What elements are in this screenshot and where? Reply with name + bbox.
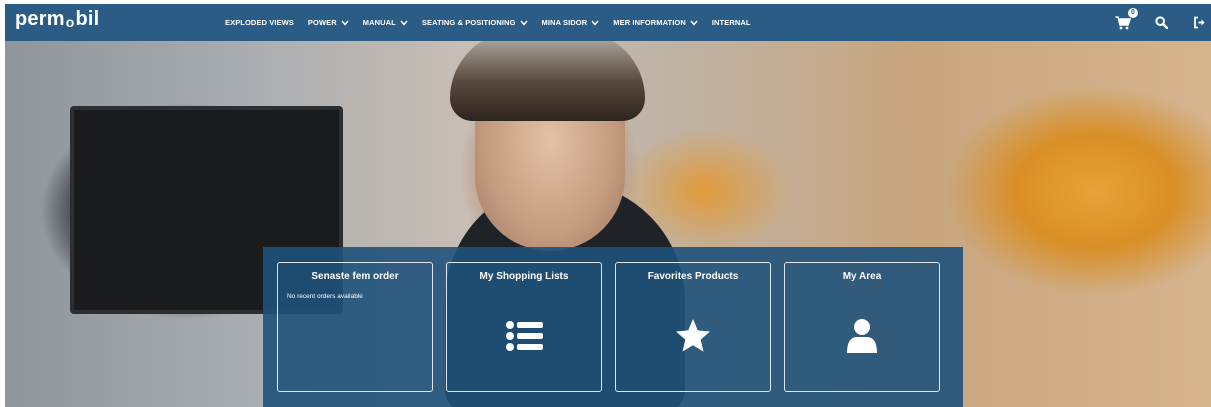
chevron-down-icon	[519, 20, 528, 26]
dashboard-tiles-panel: Senaste fem order No recent orders avail…	[263, 247, 963, 407]
chevron-down-icon	[400, 20, 408, 26]
nav-item-mer-information[interactable]: MER INFORMATION	[613, 18, 698, 27]
chevron-down-icon	[591, 20, 599, 26]
nav-item-label: MINA SIDOR	[541, 18, 588, 27]
tile-title: My Area	[842, 271, 882, 282]
tile-my-area[interactable]: My Area	[784, 262, 940, 392]
user-icon	[847, 319, 877, 353]
nav-item-label: MER INFORMATION	[613, 18, 686, 27]
logo-text-left: perm	[15, 8, 65, 30]
search-button[interactable]	[1151, 13, 1171, 33]
hero-person-hair	[450, 41, 645, 121]
tile-title: Senaste fem order	[311, 271, 399, 282]
nav-item-manual[interactable]: MANUAL	[363, 18, 408, 27]
nav-item-label: INTERNAL	[711, 18, 751, 27]
nav-item-exploded-views[interactable]: EXPLODED VIEWS	[225, 18, 294, 27]
tile-title: Favorites Products	[647, 271, 739, 282]
cart-button[interactable]: 0	[1113, 7, 1138, 33]
search-icon	[1154, 16, 1168, 29]
page: perm o bil EXPLODED VIEWS POWER MANUAL S…	[0, 0, 1211, 407]
chevron-down-icon	[690, 20, 698, 26]
tile-empty-message: No recent orders available	[287, 293, 363, 300]
logout-icon	[1193, 16, 1204, 29]
cart-count-badge: 0	[1128, 7, 1138, 18]
nav-icons: 0	[1113, 4, 1211, 41]
nav-item-label: POWER	[307, 18, 337, 27]
tile-shopping-lists[interactable]: My Shopping Lists	[446, 262, 602, 392]
top-navbar: perm o bil EXPLODED VIEWS POWER MANUAL S…	[5, 4, 1211, 41]
nav-item-label: EXPLODED VIEWS	[225, 18, 294, 27]
permobil-logo[interactable]: perm o bil	[15, 8, 99, 36]
main-menu: EXPLODED VIEWS POWER MANUAL SEATING & PO…	[225, 4, 765, 41]
list-icon	[506, 321, 543, 351]
chevron-down-icon	[341, 20, 349, 26]
nav-item-power[interactable]: POWER	[308, 18, 349, 27]
tile-title: My Shopping Lists	[479, 271, 569, 282]
logo-text-o: o	[65, 14, 75, 30]
logo-text-right: bil	[75, 8, 100, 30]
tile-recent-orders[interactable]: Senaste fem order No recent orders avail…	[277, 262, 433, 392]
nav-item-label: SEATING & POSITIONING	[421, 18, 516, 27]
star-icon	[676, 319, 710, 352]
nav-item-label: MANUAL	[362, 18, 396, 27]
nav-item-internal[interactable]: INTERNAL	[712, 18, 751, 27]
nav-item-seating-positioning[interactable]: SEATING & POSITIONING	[422, 18, 528, 27]
tile-favorite-products[interactable]: Favorites Products	[615, 262, 771, 392]
nav-item-mina-sidor[interactable]: MINA SIDOR	[542, 18, 600, 27]
cart-icon	[1115, 15, 1131, 29]
logout-button[interactable]	[1189, 13, 1209, 33]
